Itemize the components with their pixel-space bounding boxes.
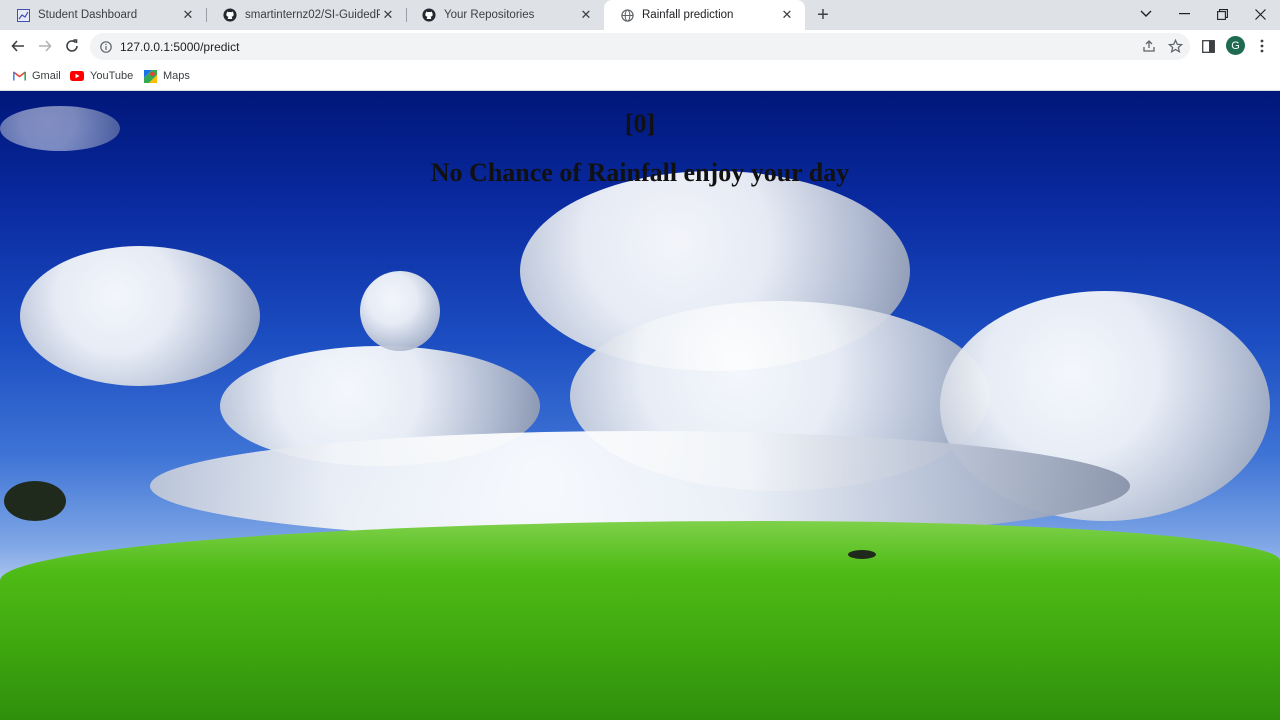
reload-icon — [66, 39, 78, 52]
tab-label: Your Repositories — [444, 9, 535, 21]
share-icon[interactable] — [1141, 38, 1157, 54]
tab-search-chevron-icon[interactable] — [1127, 0, 1165, 28]
close-icon[interactable]: ✕ — [779, 7, 795, 23]
close-icon[interactable]: ✕ — [180, 7, 196, 23]
info-icon[interactable] — [100, 40, 112, 53]
github-icon — [223, 8, 237, 22]
close-icon[interactable]: ✕ — [380, 7, 396, 23]
arrow-right-icon — [39, 40, 52, 52]
page-content: [0] No Chance of Rainfall enjoy your day — [0, 91, 1280, 720]
tree-shape — [848, 550, 876, 559]
tab-label: Rainfall prediction — [642, 9, 734, 21]
address-bar[interactable]: 127.0.0.1:5000/predict — [90, 33, 1190, 60]
maps-icon — [143, 69, 157, 83]
profile-avatar[interactable]: G — [1226, 36, 1245, 55]
prediction-message: No Chance of Rainfall enjoy your day — [430, 158, 850, 187]
close-icon[interactable]: ✕ — [578, 7, 594, 23]
tab-rainfall-prediction[interactable]: Rainfall prediction ✕ — [604, 0, 805, 30]
browser-toolbar: 127.0.0.1:5000/predict — [0, 30, 1280, 62]
gmail-icon — [12, 70, 26, 82]
arrow-left-icon — [11, 40, 24, 52]
reload-button[interactable] — [60, 34, 84, 58]
tab-student-dashboard[interactable]: Student Dashboard ✕ — [0, 0, 206, 30]
tab-your-repositories[interactable]: Your Repositories ✕ — [406, 0, 604, 30]
tab-strip: Student Dashboard ✕ smartinternz02/SI-Gu… — [0, 0, 1280, 30]
new-tab-button[interactable]: + — [812, 4, 834, 26]
cloud-shape — [20, 246, 260, 386]
dashboard-icon — [16, 8, 30, 22]
side-panel-icon[interactable] — [1200, 38, 1216, 54]
bookmark-label: Maps — [163, 70, 190, 82]
bookmark-label: Gmail — [32, 70, 61, 82]
globe-icon — [620, 8, 634, 22]
tree-shape — [4, 481, 66, 521]
back-button[interactable] — [6, 34, 30, 58]
tab-github-guided-project[interactable]: smartinternz02/SI-GuidedProjec ✕ — [207, 0, 406, 30]
youtube-icon — [70, 70, 84, 82]
bookmark-maps[interactable]: Maps — [143, 68, 190, 84]
bookmarks-bar: Gmail YouTube Maps — [0, 62, 1280, 91]
bookmark-gmail[interactable]: Gmail — [12, 68, 61, 84]
tab-label: smartinternz02/SI-GuidedProjec — [245, 9, 380, 21]
close-window-icon[interactable] — [1241, 0, 1279, 28]
menu-kebab-icon[interactable] — [1254, 38, 1270, 54]
minimize-icon[interactable] — [1165, 0, 1203, 28]
url-text[interactable]: 127.0.0.1:5000/predict — [120, 40, 239, 54]
restore-icon[interactable] — [1203, 0, 1241, 28]
forward-button[interactable] — [33, 34, 57, 58]
tab-label: Student Dashboard — [38, 9, 138, 21]
cloud-shape — [360, 271, 440, 351]
grass-hill — [0, 521, 1280, 720]
github-icon — [422, 8, 436, 22]
bookmark-star-icon[interactable] — [1167, 38, 1183, 54]
bookmark-label: YouTube — [90, 70, 134, 82]
prediction-code: [0] — [624, 109, 656, 138]
bookmark-youtube[interactable]: YouTube — [70, 68, 133, 84]
